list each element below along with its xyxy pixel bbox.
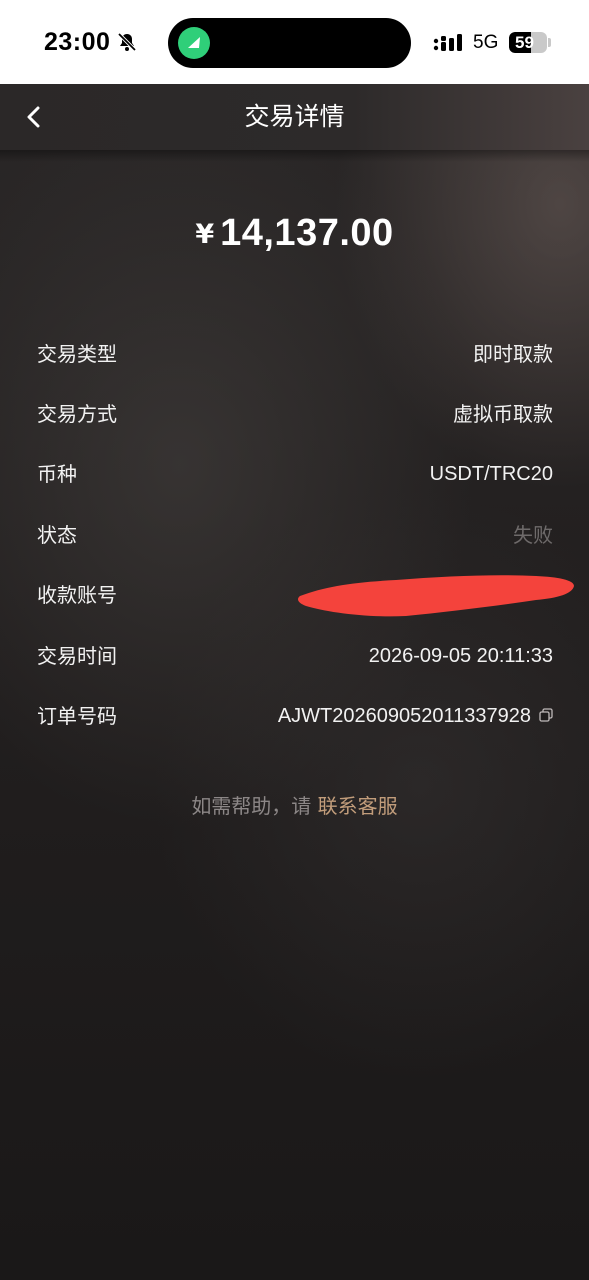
bell-slash-icon	[117, 32, 137, 52]
detail-row-currency: 币种 USDT/TRC20	[37, 454, 553, 494]
detail-value: USDT/TRC20	[429, 463, 553, 485]
help-prompt: 如需帮助，请	[191, 794, 312, 818]
battery-nub	[548, 38, 551, 47]
help-text: 如需帮助，请 联系客服	[0, 790, 589, 819]
copy-icon[interactable]	[539, 708, 553, 722]
redaction-mark	[298, 575, 574, 617]
order-number: AJWT202609052011337928	[278, 696, 553, 736]
detail-row-order-number: 订单号码 AJWT202609052011337928	[37, 696, 553, 736]
dynamic-island[interactable]	[168, 18, 411, 68]
status-bar: 23:00 5G 59	[0, 0, 589, 84]
detail-label: 交易时间	[37, 644, 117, 668]
amount-value: 14,137.00	[220, 212, 394, 254]
app-activity-icon	[178, 27, 210, 59]
transaction-amount: ¥14,137.00	[0, 212, 589, 255]
detail-row-method: 交易方式 虚拟币取款	[37, 394, 553, 434]
detail-label: 币种	[37, 462, 77, 486]
detail-value: 2026-09-05 20:11:33	[368, 645, 553, 667]
status-time: 23:00	[44, 28, 111, 56]
detail-label: 交易类型	[37, 342, 117, 366]
detail-row-type: 交易类型 即时取款	[37, 334, 553, 374]
detail-row-status: 状态 失败	[37, 515, 553, 555]
nav-bar: 交易详情	[0, 84, 589, 150]
contact-support-link[interactable]: 联系客服	[318, 794, 398, 818]
signal-icon	[433, 34, 462, 51]
nav-divider	[0, 150, 589, 162]
detail-value: 虚拟币取款	[453, 402, 553, 426]
detail-label: 收款账号	[37, 583, 117, 607]
detail-row-time: 交易时间 2026-09-05 20:11:33	[37, 636, 553, 676]
detail-value: 即时取款	[473, 342, 553, 366]
network-type: 5G	[473, 32, 499, 53]
status-badge: 失败	[513, 523, 553, 547]
order-number-text: AJWT202609052011337928	[277, 705, 531, 727]
transaction-detail-screen: 交易详情 ¥14,137.00 交易类型 即时取款 交易方式 虚拟币取款 币种 …	[0, 84, 589, 1280]
page-title: 交易详情	[244, 102, 345, 131]
battery-icon: 59	[509, 32, 547, 53]
detail-label: 状态	[37, 523, 77, 547]
battery-percentage: 59	[515, 33, 534, 52]
detail-label: 交易方式	[37, 402, 117, 426]
detail-label: 订单号码	[37, 704, 117, 728]
currency-symbol: ¥	[195, 219, 215, 250]
